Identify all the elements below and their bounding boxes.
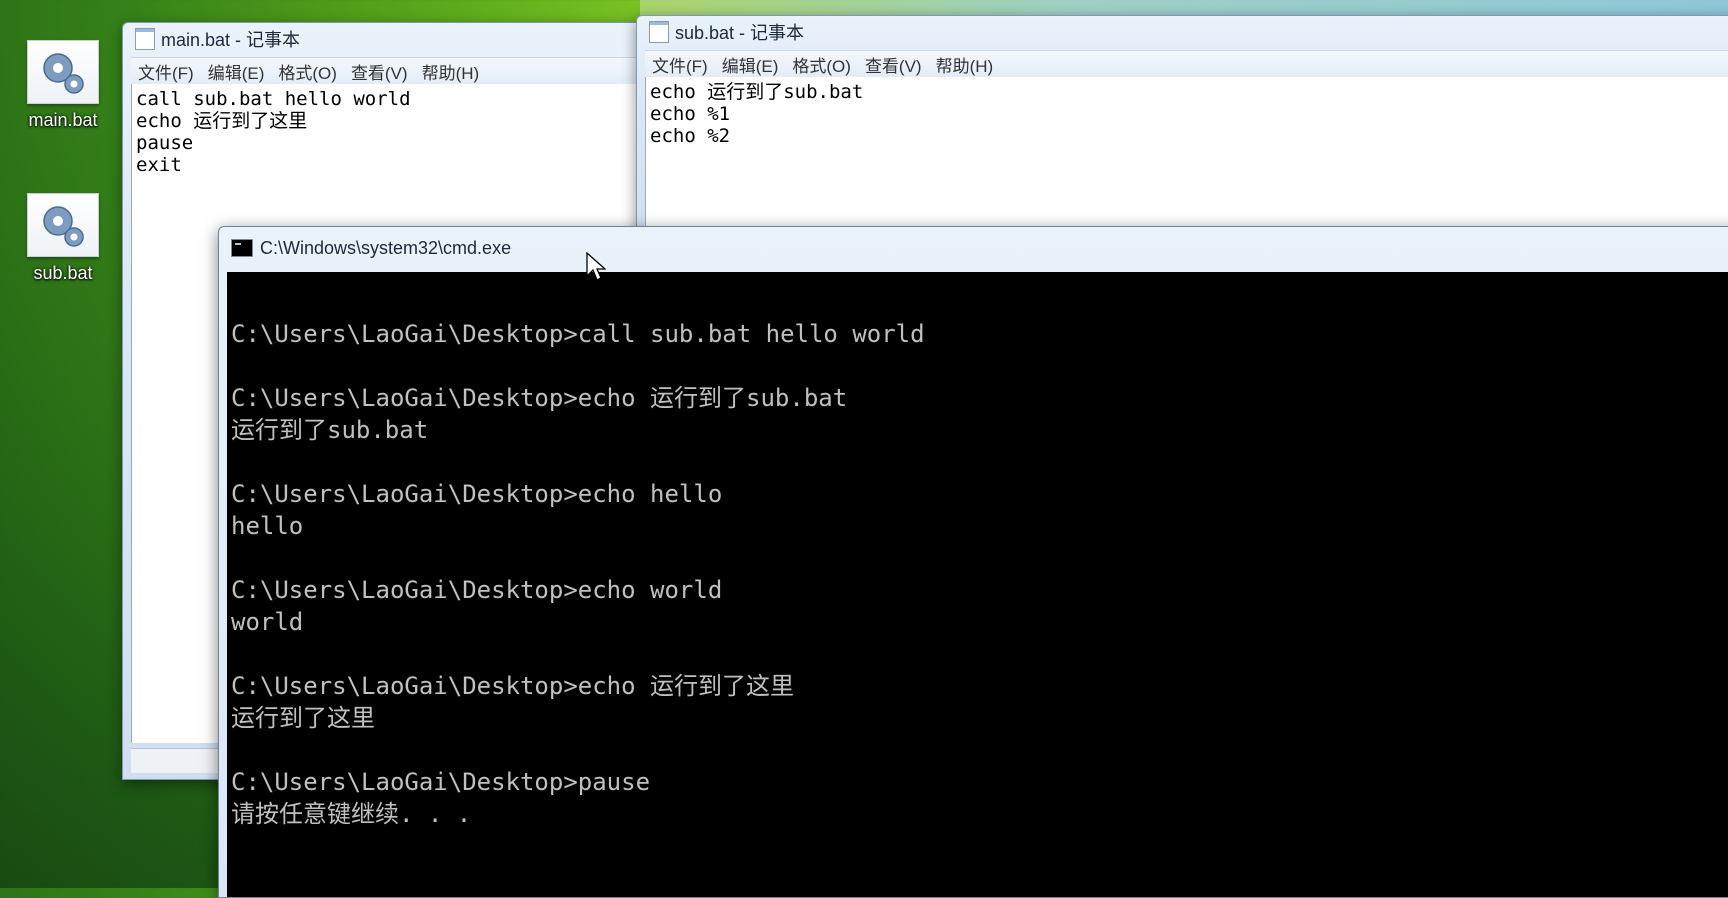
- console-line: hello: [231, 512, 304, 540]
- menu-help[interactable]: 帮助(H): [415, 59, 487, 84]
- console-line: C:\Users\LaoGai\Desktop>echo 运行到了这里: [231, 672, 795, 700]
- console-line: 运行到了sub.bat: [231, 416, 429, 444]
- desktop-icon-sub-bat[interactable]: sub.bat: [8, 193, 118, 284]
- notepad-window-sub-bat[interactable]: sub.bat - 记事本 文件(F) 编辑(E) 格式(O) 查看(V) 帮助…: [636, 15, 1728, 247]
- editor-line: call sub.bat hello world: [136, 88, 411, 110]
- editor-line: echo %1: [650, 103, 731, 125]
- desktop-icon-main-bat[interactable]: main.bat: [8, 40, 118, 131]
- editor-line: echo 运行到了这里: [136, 110, 308, 132]
- desktop-icon-label: main.bat: [28, 110, 98, 130]
- editor-line: echo 运行到了sub.bat: [650, 81, 864, 103]
- console-output[interactable]: C:\Users\LaoGai\Desktop>call sub.bat hel…: [227, 272, 1728, 897]
- console-line: C:\Users\LaoGai\Desktop>echo hello: [231, 480, 723, 508]
- menu-help[interactable]: 帮助(H): [929, 52, 1001, 77]
- notepad-icon: [649, 21, 669, 43]
- editor-line: echo %2: [650, 125, 731, 147]
- menu-edit[interactable]: 编辑(E): [715, 52, 786, 77]
- menu-file[interactable]: 文件(F): [131, 59, 201, 84]
- window-titlebar[interactable]: sub.bat - 记事本: [637, 16, 1728, 48]
- console-icon: [231, 239, 253, 257]
- window-title: main.bat - 记事本: [161, 30, 301, 50]
- editor-line: pause: [136, 132, 194, 154]
- desktop-icon-label: sub.bat: [33, 263, 93, 283]
- menu-format[interactable]: 格式(O): [785, 52, 858, 77]
- cmd-window[interactable]: C:\Windows\system32\cmd.exe C:\Users\Lao…: [218, 226, 1728, 898]
- window-titlebar[interactable]: main.bat - 记事本: [123, 23, 643, 55]
- console-line: 请按任意键继续. . .: [231, 800, 472, 828]
- mouse-pointer-icon: [586, 252, 606, 281]
- window-title: sub.bat - 记事本: [675, 23, 805, 43]
- batch-file-gear-icon: [27, 40, 99, 104]
- window-titlebar[interactable]: C:\Windows\system32\cmd.exe: [219, 227, 1728, 269]
- menu-view[interactable]: 查看(V): [858, 52, 929, 77]
- editor-line: exit: [136, 154, 182, 176]
- console-line: C:\Users\LaoGai\Desktop>echo 运行到了sub.bat: [231, 384, 848, 412]
- batch-file-gear-icon: [27, 193, 99, 257]
- console-line: world: [231, 608, 304, 636]
- notepad-icon: [135, 28, 155, 50]
- console-line: 运行到了这里: [231, 704, 375, 732]
- menu-format[interactable]: 格式(O): [271, 59, 344, 84]
- console-line: C:\Users\LaoGai\Desktop>call sub.bat hel…: [231, 320, 925, 348]
- console-line: C:\Users\LaoGai\Desktop>pause: [231, 768, 651, 796]
- menu-view[interactable]: 查看(V): [344, 59, 415, 84]
- window-title: C:\Windows\system32\cmd.exe: [260, 237, 512, 258]
- console-line: C:\Users\LaoGai\Desktop>echo world: [231, 576, 723, 604]
- menu-edit[interactable]: 编辑(E): [201, 59, 272, 84]
- menu-file[interactable]: 文件(F): [645, 52, 715, 77]
- text-editor[interactable]: echo 运行到了sub.bat echo %1 echo %2: [645, 77, 1728, 246]
- menu-bar: 文件(F) 编辑(E) 格式(O) 查看(V) 帮助(H): [645, 50, 1728, 78]
- menu-bar: 文件(F) 编辑(E) 格式(O) 查看(V) 帮助(H): [131, 57, 643, 85]
